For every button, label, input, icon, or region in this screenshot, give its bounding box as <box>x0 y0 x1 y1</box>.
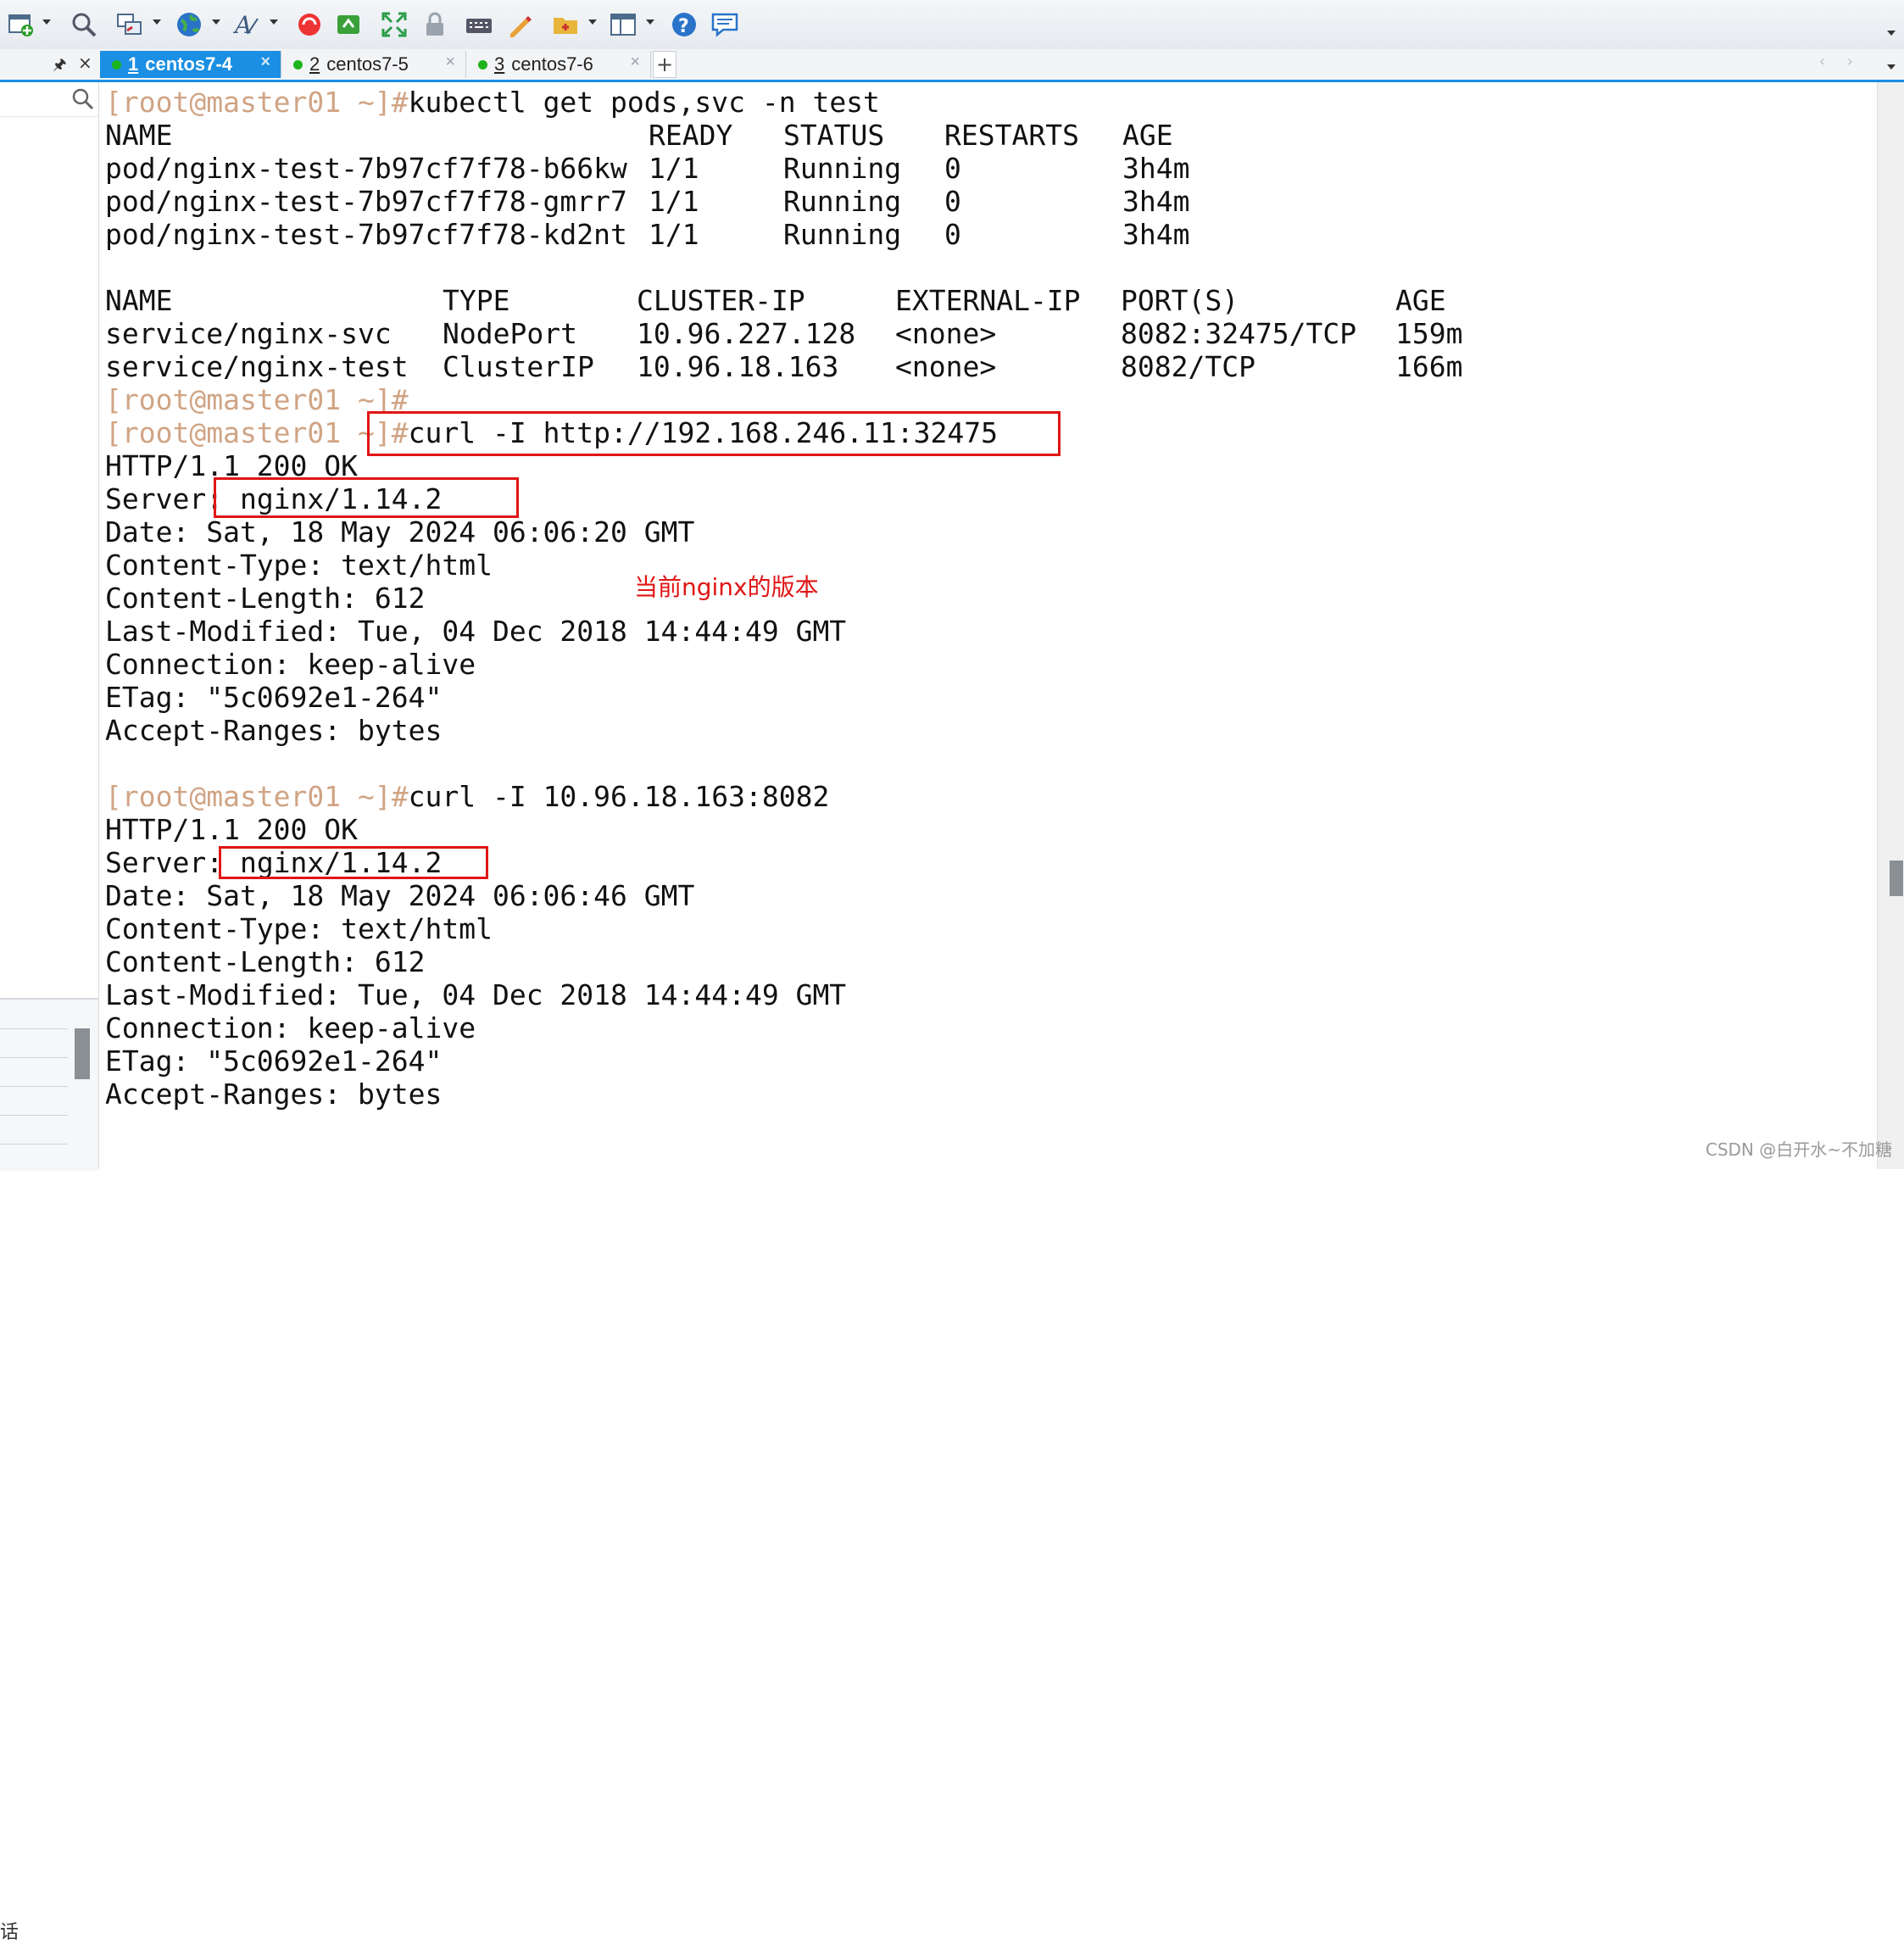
tab-centos7-4[interactable]: 1 centos7-4 × <box>100 51 281 78</box>
tab-centos7-6[interactable]: 3 centos7-6 × <box>466 51 651 78</box>
pin-icon[interactable]: 🖈 <box>53 54 67 80</box>
shell-prompt: [root@master01 ~]# <box>105 780 409 813</box>
highlight-box-server-version <box>214 477 519 518</box>
connected-status-icon <box>478 59 487 70</box>
command-line: [root@master01 ~]#kubectl get pods,svc -… <box>105 86 880 119</box>
help-icon[interactable]: ? <box>670 8 699 41</box>
close-icon[interactable]: × <box>78 53 92 73</box>
pod-row: pod/nginx-test-7b97cf7f78-gmrr7 1/1 Runn… <box>105 185 1190 218</box>
new-session-icon[interactable] <box>7 8 36 41</box>
properties-label: 话 <box>0 1922 19 1943</box>
connected-status-icon <box>293 59 303 70</box>
content-type-line: Content-Type: text/html <box>105 912 493 945</box>
date-header-line: Date: Sat, 18 May 2024 06:06:46 GMT <box>105 879 695 912</box>
connection-line: Connection: keep-alive <box>105 648 476 681</box>
accept-ranges-line: Accept-Ranges: bytes <box>105 1078 443 1111</box>
search-icon[interactable] <box>71 87 95 114</box>
command-line: [root@master01 ~]#curl -I 10.96.18.163:8… <box>105 780 829 813</box>
service-row: service/nginx-svc NodePort 10.96.227.128… <box>105 317 1463 350</box>
tab-list-dropdown-icon[interactable] <box>1887 64 1896 70</box>
left-pane-scrollbar[interactable] <box>75 1028 90 1079</box>
last-modified-line: Last-Modified: Tue, 04 Dec 2018 14:44:49… <box>105 978 847 1011</box>
xshell-icon[interactable] <box>295 8 324 41</box>
tab-label: centos7-5 <box>326 53 409 75</box>
layout-icon[interactable] <box>609 8 637 41</box>
find-icon[interactable] <box>70 8 98 41</box>
tab-scroll-arrows-icon[interactable]: ‹ › <box>1819 53 1862 70</box>
script-icon[interactable] <box>505 8 534 41</box>
services-header-row: NAME TYPE CLUSTER-IP EXTERNAL-IP PORT(S)… <box>105 284 1446 317</box>
font-icon[interactable]: A <box>232 8 261 41</box>
accept-ranges-line: Accept-Ranges: bytes <box>105 714 443 747</box>
connection-line: Connection: keep-alive <box>105 1011 476 1044</box>
transfer-icon[interactable] <box>115 8 144 41</box>
annotation-label: 当前nginx的版本 <box>634 573 819 601</box>
last-modified-line: Last-Modified: Tue, 04 Dec 2018 14:44:49… <box>105 615 847 648</box>
pods-header-row: NAME READY STATUS RESTARTS AGE <box>105 119 1173 152</box>
scrollbar-thumb[interactable] <box>1890 861 1903 896</box>
close-icon[interactable]: × <box>630 53 640 72</box>
content-type-line: Content-Type: text/html <box>105 549 493 582</box>
pod-row: pod/nginx-test-7b97cf7f78-b66kw 1/1 Runn… <box>105 152 1190 185</box>
tab-centos7-5[interactable]: 2 centos7-5 × <box>281 51 466 78</box>
close-icon[interactable]: × <box>260 53 270 72</box>
highlight-box-curl-command <box>367 411 1061 456</box>
session-manager-pane: 话 <box>0 82 99 1943</box>
command-text: curl -I 10.96.18.163:8082 <box>408 780 830 813</box>
lock-icon[interactable] <box>420 8 449 41</box>
toolbar-overflow-icon[interactable] <box>1887 31 1896 36</box>
content-length-line: Content-Length: 612 <box>105 582 426 615</box>
svg-text:A: A <box>232 11 252 39</box>
xftp-icon[interactable] <box>334 8 363 41</box>
shell-prompt: [root@master01 ~]# <box>105 86 409 119</box>
terminal-output[interactable]: [root@master01 ~]#kubectl get pods,svc -… <box>100 82 1877 1169</box>
terminal-scrollbar[interactable] <box>1877 82 1904 1169</box>
content-length-line: Content-Length: 612 <box>105 945 426 978</box>
watermark: CSDN @白开水~不加糖 <box>1705 1139 1892 1160</box>
command-line: [root@master01 ~]# <box>105 383 409 416</box>
shell-prompt: [root@master01 ~]# <box>105 383 409 416</box>
connected-status-icon <box>112 59 121 70</box>
service-row: service/nginx-test ClusterIP 10.96.18.16… <box>105 350 1463 383</box>
globe-icon[interactable] <box>175 8 203 41</box>
etag-line: ETag: "5c0692e1-264" <box>105 681 443 714</box>
chat-icon[interactable] <box>710 8 739 41</box>
tab-label: centos7-4 <box>145 53 232 75</box>
session-folder-icon[interactable] <box>551 8 580 41</box>
highlight-box-server-version <box>219 846 488 879</box>
session-properties-pane: 话 <box>0 998 98 1943</box>
toolbar: A ? <box>0 0 1904 50</box>
keyboard-icon[interactable] <box>465 8 493 41</box>
tab-label: centos7-6 <box>511 53 593 75</box>
fullscreen-icon[interactable] <box>380 8 409 41</box>
pod-row: pod/nginx-test-7b97cf7f78-kd2nt 1/1 Runn… <box>105 218 1190 251</box>
etag-line: ETag: "5c0692e1-264" <box>105 1044 443 1078</box>
tab-bar: 🖈 × 1 centos7-4 × 2 centos7-5 × 3 centos… <box>0 49 1904 82</box>
add-tab-button[interactable]: + <box>653 51 676 78</box>
http-status-line: HTTP/1.1 200 OK <box>105 813 359 846</box>
date-header-line: Date: Sat, 18 May 2024 06:06:20 GMT <box>105 515 695 549</box>
svg-text:?: ? <box>678 16 689 37</box>
shell-prompt: [root@master01 ~]# <box>105 416 409 449</box>
close-icon[interactable]: × <box>445 53 455 72</box>
command-text: kubectl get pods,svc -n test <box>408 86 880 119</box>
